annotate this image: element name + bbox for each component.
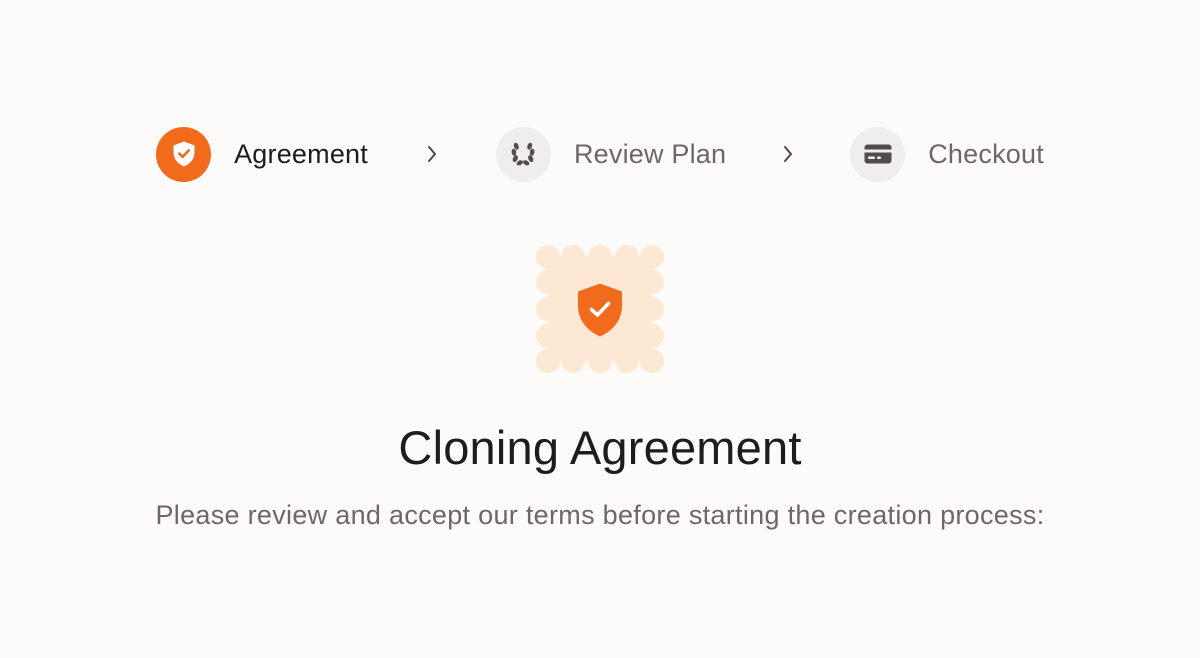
progress-stepper: Agreement Review Plan Checkout bbox=[0, 126, 1200, 182]
shield-check-icon bbox=[173, 141, 195, 167]
chevron-right-icon bbox=[776, 142, 800, 166]
laurel-wreath-icon bbox=[512, 142, 535, 166]
chevron-right-icon bbox=[420, 142, 444, 166]
step-agreement-badge bbox=[156, 126, 212, 182]
step-checkout[interactable]: Checkout bbox=[850, 126, 1044, 182]
step-review-plan-badge bbox=[495, 126, 551, 182]
step-checkout-badge bbox=[850, 126, 906, 182]
step-agreement-label: Agreement bbox=[234, 138, 368, 169]
page-title: Cloning Agreement bbox=[398, 421, 802, 474]
step-agreement[interactable]: Agreement bbox=[156, 126, 368, 182]
page-subtitle: Please review and accept our terms befor… bbox=[155, 500, 1045, 530]
step-review-plan-label: Review Plan bbox=[573, 138, 727, 169]
step-review-plan[interactable]: Review Plan bbox=[495, 126, 727, 182]
agreement-hero-badge bbox=[536, 245, 664, 373]
step-checkout-label: Checkout bbox=[928, 138, 1044, 169]
credit-card-icon bbox=[864, 144, 892, 164]
agreement-page: Agreement Review Plan Checkout Cloning A… bbox=[0, 0, 1200, 658]
shield-check-icon bbox=[578, 283, 622, 337]
